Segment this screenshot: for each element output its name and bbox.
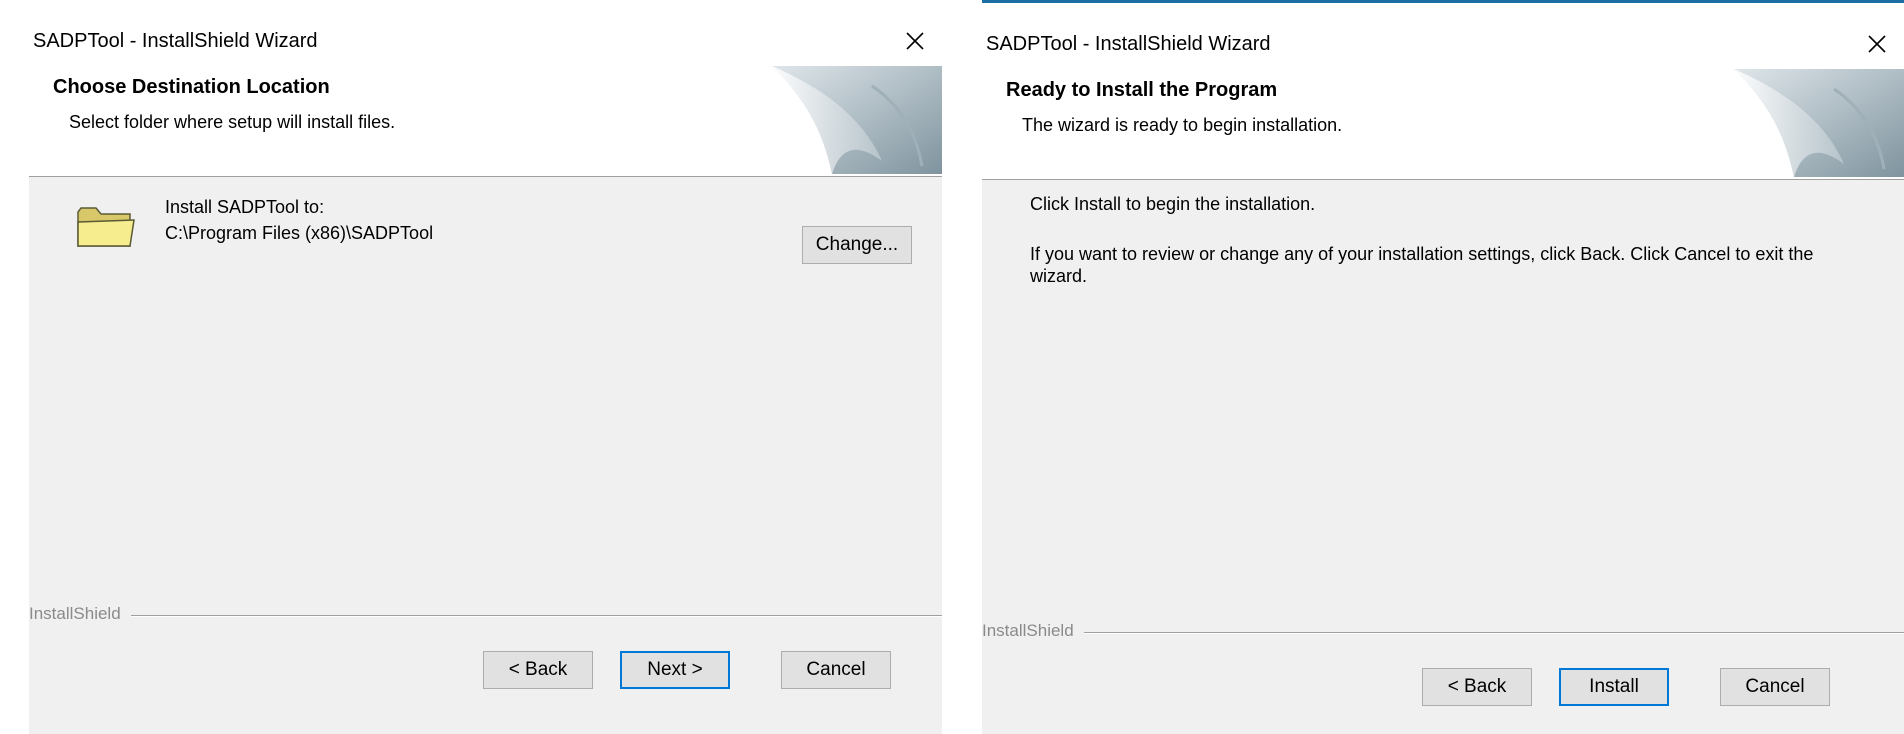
close-icon xyxy=(1868,35,1886,53)
install-path: C:\Program Files (x86)\SADPTool xyxy=(165,223,434,243)
back-button[interactable]: < Back xyxy=(1422,668,1532,706)
wizard-header: Ready to Install the Program The wizard … xyxy=(982,65,1904,180)
wizard-header: Choose Destination Location Select folde… xyxy=(29,62,942,177)
destination-dialog: SADPTool - InstallShield Wizard Choose D… xyxy=(29,0,942,734)
install-to-label: Install SADPTool to: xyxy=(165,197,325,217)
header-subtitle: Select folder where setup will install f… xyxy=(69,112,396,132)
header-title: Choose Destination Location xyxy=(53,76,330,98)
wizard-banner-graphic xyxy=(1734,69,1904,177)
window-title: SADPTool - InstallShield Wizard xyxy=(33,30,318,52)
close-button[interactable] xyxy=(1860,27,1894,61)
brand-row: InstallShield xyxy=(982,621,1904,645)
installshield-brand: InstallShield xyxy=(29,604,131,624)
change-button[interactable]: Change... xyxy=(802,226,912,264)
wizard-banner-graphic xyxy=(772,66,942,174)
folder-icon xyxy=(77,207,135,247)
close-button[interactable] xyxy=(898,24,932,58)
next-button[interactable]: Next > xyxy=(620,651,730,689)
cancel-button[interactable]: Cancel xyxy=(1720,668,1830,706)
window-title: SADPTool - InstallShield Wizard xyxy=(986,33,1271,55)
divider xyxy=(982,632,1904,634)
header-subtitle: The wizard is ready to begin installatio… xyxy=(1022,115,1343,135)
install-button[interactable]: Install xyxy=(1559,668,1669,706)
installshield-brand: InstallShield xyxy=(982,621,1084,641)
back-button[interactable]: < Back xyxy=(483,651,593,689)
cancel-button[interactable]: Cancel xyxy=(781,651,891,689)
review-instruction: If you want to review or change any of y… xyxy=(1030,244,1814,286)
close-icon xyxy=(906,32,924,50)
header-title: Ready to Install the Program xyxy=(1006,79,1278,101)
ready-to-install-dialog: SADPTool - InstallShield Wizard Ready to… xyxy=(982,0,1904,734)
brand-row: InstallShield xyxy=(29,604,942,628)
divider xyxy=(29,615,942,617)
install-instruction: Click Install to begin the installation. xyxy=(1030,194,1316,214)
